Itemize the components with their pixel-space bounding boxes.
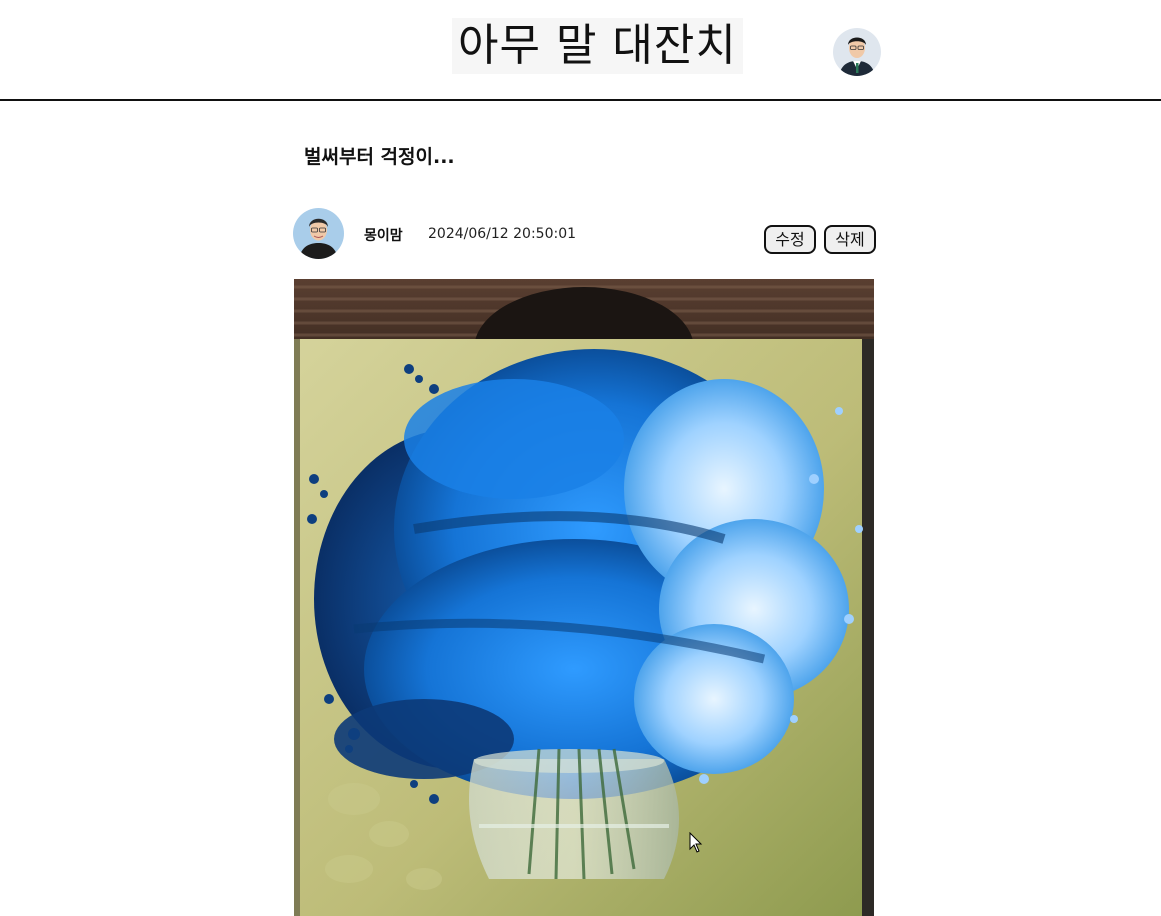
author-avatar-icon — [293, 208, 344, 259]
post-title: 벌써부터 걱정이... — [304, 146, 455, 168]
post-date: 2024/06/12 20:50:01 — [428, 226, 577, 242]
mouse-cursor-icon — [689, 832, 703, 853]
delete-button[interactable]: 삭제 — [824, 225, 876, 254]
profile-avatar-icon[interactable] — [833, 28, 881, 76]
edit-button[interactable]: 수정 — [764, 225, 816, 254]
post-image — [294, 279, 874, 916]
author-name: 몽이맘 — [364, 228, 403, 244]
site-header: 아무 말 대잔치 — [0, 0, 1161, 101]
site-title[interactable]: 아무 말 대잔치 — [452, 18, 743, 74]
